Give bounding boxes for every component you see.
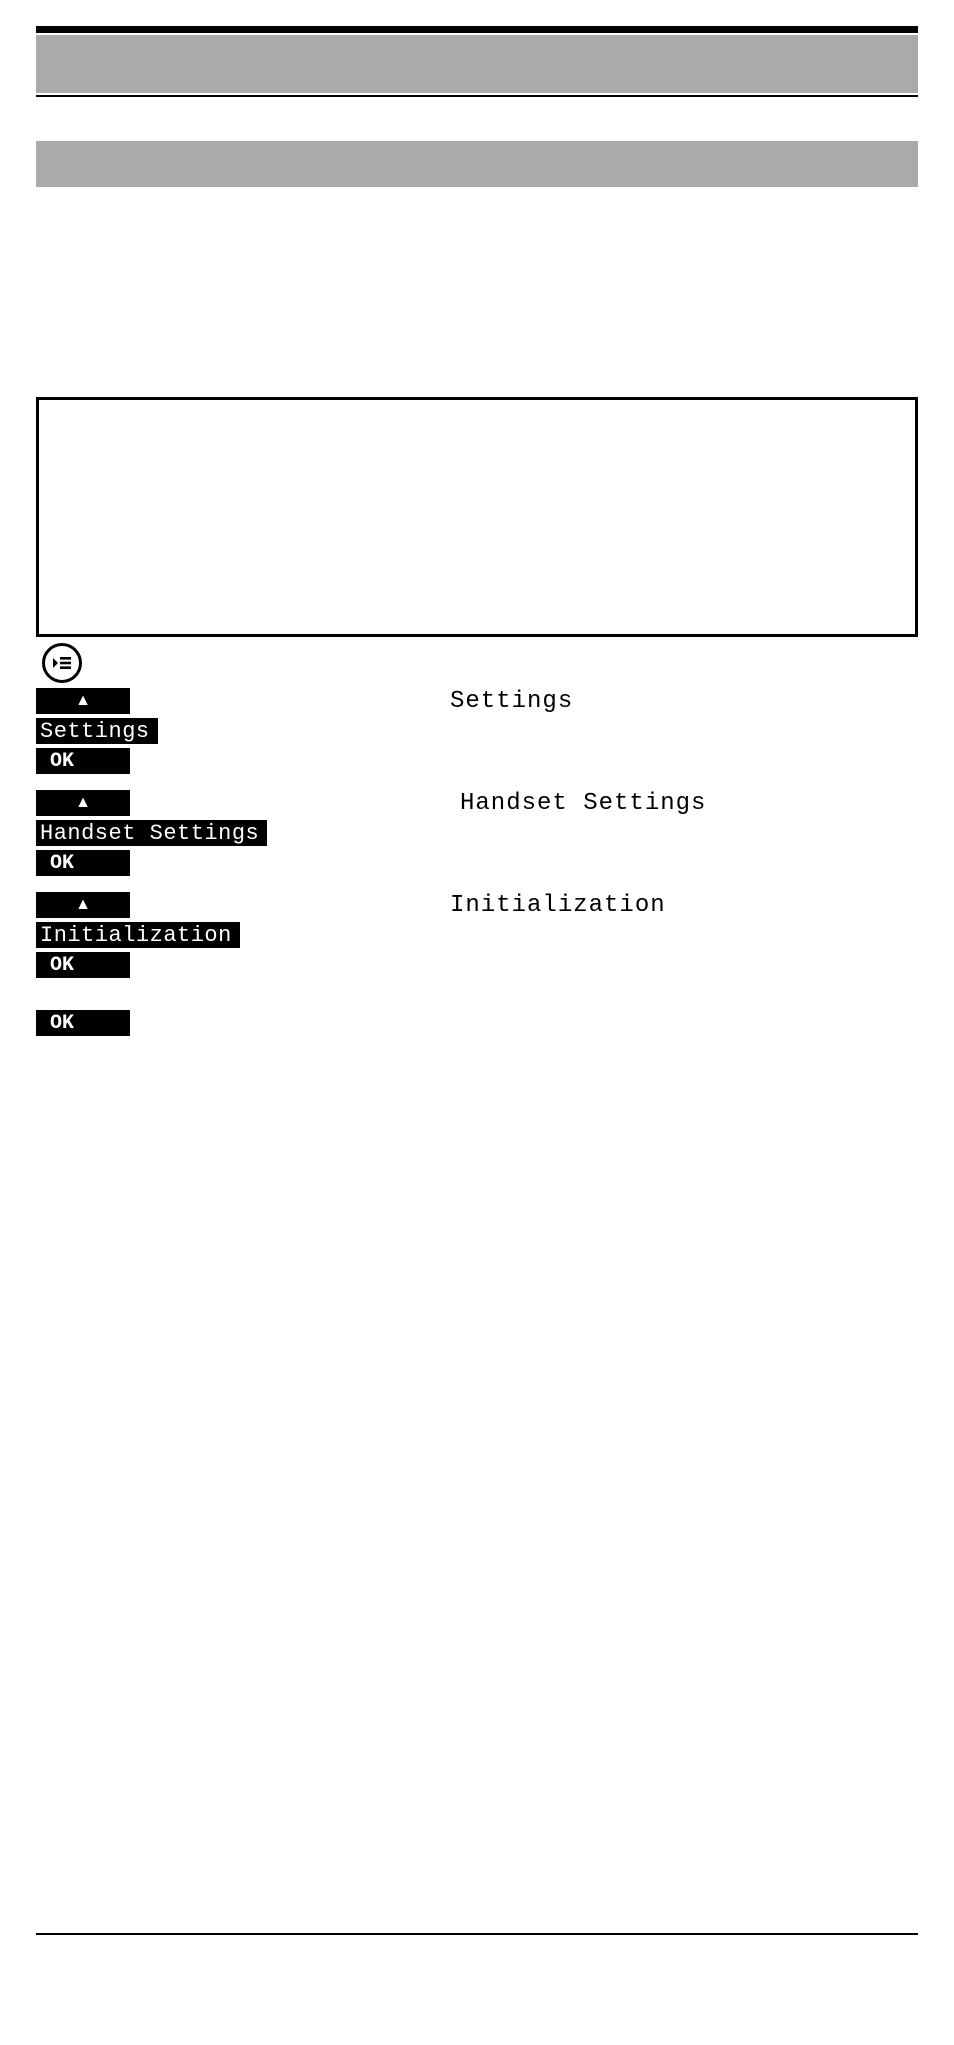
intro-whitespace <box>36 187 918 397</box>
nav-arrow-button[interactable]: ▲ <box>36 688 130 714</box>
ok-button[interactable]: OK <box>36 850 130 876</box>
band-underline <box>36 95 918 97</box>
nav-arrow-button[interactable]: ▲ <box>36 790 130 816</box>
info-box <box>36 397 918 637</box>
selected-item-label: Handset Settings <box>36 820 267 846</box>
step-block: ▲ Settings Settings OK <box>36 687 918 775</box>
steps-container: ▲ Settings Settings OK ▲ Handset Setting… <box>36 687 918 1037</box>
menu-target-label: Handset Settings <box>460 790 706 817</box>
subsection-band <box>36 141 918 187</box>
final-ok-button[interactable]: OK <box>36 1010 130 1036</box>
menu-target-label: Settings <box>450 688 573 715</box>
selected-item-label: Settings <box>36 718 158 744</box>
selected-item-label: Initialization <box>36 922 240 948</box>
menu-icon <box>42 643 82 683</box>
footer-rule <box>36 1933 918 1935</box>
step-block: ▲ Handset Settings Handset Settings OK <box>36 789 918 877</box>
step-block: ▲ Initialization Initialization OK <box>36 891 918 979</box>
ok-button[interactable]: OK <box>36 748 130 774</box>
section-title-band <box>36 35 918 93</box>
ok-button[interactable]: OK <box>36 952 130 978</box>
nav-arrow-button[interactable]: ▲ <box>36 892 130 918</box>
menu-target-label: Initialization <box>450 892 666 919</box>
top-thick-rule <box>36 26 918 33</box>
